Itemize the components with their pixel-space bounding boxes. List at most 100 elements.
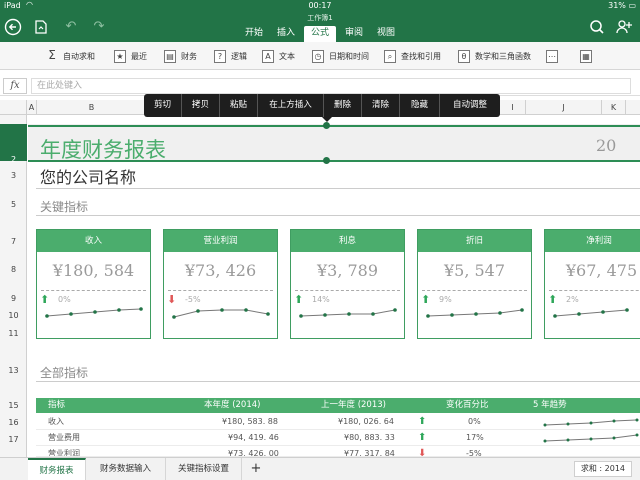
tab-insert[interactable]: 插入 (272, 26, 300, 42)
row-header-7[interactable]: 7 (0, 237, 27, 246)
kpi-divider (41, 290, 146, 291)
redo-icon[interactable]: ↷ (90, 18, 108, 36)
company-name[interactable]: 您的公司名称 (40, 164, 136, 188)
kpi-divider (168, 290, 273, 291)
financial-button[interactable]: ▤ 财务 (164, 49, 197, 64)
kpi-label: 营业利润 (164, 230, 277, 252)
row-header-13[interactable]: 13 (0, 366, 27, 375)
datetime-button[interactable]: ◷ 日期和时间 (312, 49, 369, 64)
row-header-9[interactable]: 9 (0, 294, 27, 303)
row-header-15[interactable]: 15 (0, 401, 27, 410)
kpi-card[interactable]: 收入 ¥180, 584 ⬆ 0% (36, 229, 151, 339)
row-header-2[interactable]: 2 (0, 124, 27, 164)
lookup-icon: ⌕ (384, 50, 396, 63)
header-previous-year[interactable]: 上一年度 (2013) (321, 398, 386, 413)
selection-handle-top[interactable] (323, 122, 330, 129)
question-icon: ? (214, 50, 226, 63)
row-percent: 17% (466, 433, 484, 442)
tab-home[interactable]: 开始 (240, 26, 268, 42)
column-header-i[interactable]: I (500, 100, 526, 115)
add-sheet-icon[interactable]: + (242, 458, 270, 480)
menu-item-cut[interactable]: 剪切 (144, 94, 182, 117)
kpi-card[interactable]: 营业利润 ¥73, 426 ⬇ -5% (163, 229, 278, 339)
search-icon[interactable] (588, 18, 606, 36)
report-title[interactable]: 年度财务报表 (40, 134, 166, 164)
calculator-button[interactable]: ▦ (580, 49, 597, 64)
tab-formulas[interactable]: 公式 (304, 26, 336, 42)
undo-icon[interactable]: ↶ (62, 18, 80, 36)
lookup-button[interactable]: ⌕ 查找和引用 (384, 49, 441, 64)
selection-handle-bottom[interactable] (323, 157, 330, 164)
kpi-label: 折旧 (418, 230, 531, 252)
column-header-b[interactable]: B (37, 100, 147, 115)
sheet-tab-data-input[interactable]: 财务数据输入 (86, 458, 166, 480)
row-percent: -5% (466, 449, 482, 457)
menu-item-hide[interactable]: 隐藏 (400, 94, 440, 117)
file-icon[interactable] (32, 18, 50, 36)
header-metric[interactable]: 指标 (48, 398, 65, 413)
metrics-table: 指标 本年度 (2014) 上一年度 (2013) 变化百分比 5 年趋势 收入… (36, 398, 640, 457)
back-icon[interactable] (4, 18, 22, 36)
row-previous: ¥80, 883. 33 (344, 433, 395, 442)
menu-item-clear[interactable]: 清除 (362, 94, 400, 117)
menu-item-insert-above[interactable]: 在上方插入 (258, 94, 324, 117)
logical-button[interactable]: ? 逻辑 (214, 49, 247, 64)
battery-status: 31% ▭ (608, 1, 636, 10)
kpi-card[interactable]: 净利润 ¥67, 475 ⬆ 2% (544, 229, 640, 339)
header-current-year[interactable]: 本年度 (2014) (204, 398, 260, 413)
formulas-ribbon: Σ 自动求和 ★ 最近 ▤ 财务 ? 逻辑 A 文本 ◷ 日期和时间 ⌕ 查找和引用 θ 数学和… (0, 42, 640, 70)
formula-bar: fx 在此处键入 (0, 76, 640, 96)
section-key-metrics[interactable]: 关键指标 (40, 198, 88, 215)
sheet-tab-kpi-settings[interactable]: 关键指标设置 (166, 458, 242, 480)
kpi-percent: 0% (58, 295, 71, 304)
section-all-metrics[interactable]: 全部指标 (40, 364, 88, 381)
row-previous: ¥180, 026. 64 (338, 417, 394, 426)
tab-view[interactable]: 视图 (372, 26, 400, 42)
row-metric: 营业利润 (48, 449, 80, 457)
sheet-tab-financial-report[interactable]: 财务报表 (28, 458, 86, 480)
column-header-j[interactable]: J (526, 100, 602, 115)
app-toolbar: 工作簿1 ↶ ↷ 开始 插入 公式 审阅 视图 (0, 12, 640, 42)
math-trig-button[interactable]: θ 数学和三角函数 (458, 49, 531, 64)
more-functions-button[interactable]: ⋯ (546, 49, 563, 64)
table-row[interactable]: 营业费用 ¥94, 419. 46 ¥80, 883. 33 ⬆ 17% (36, 430, 640, 446)
kpi-value: ¥67, 475 (565, 261, 638, 280)
fx-button[interactable]: fx (3, 78, 27, 94)
row-header-16[interactable]: 16 (0, 418, 27, 427)
report-year[interactable]: 20 (596, 136, 616, 155)
kpi-label: 净利润 (545, 230, 640, 252)
row-header-5[interactable]: 5 (0, 200, 27, 209)
menu-item-copy[interactable]: 拷贝 (182, 94, 220, 117)
arrow-up-icon: ⬆ (418, 416, 427, 427)
header-change-percent[interactable]: 变化百分比 (446, 398, 489, 413)
autosum-button[interactable]: Σ 自动求和 (46, 49, 95, 64)
column-header-a[interactable]: A (27, 100, 37, 115)
menu-item-autofit[interactable]: 自动调整 (440, 94, 500, 117)
battery-percent: 31% (608, 1, 626, 10)
arrow-down-icon: ⬇ (418, 448, 427, 457)
menu-item-delete[interactable]: 删除 (324, 94, 362, 117)
select-all-corner[interactable] (0, 100, 27, 115)
menu-item-paste[interactable]: 粘贴 (220, 94, 258, 117)
column-header-k[interactable]: K (602, 100, 626, 115)
share-user-icon[interactable] (614, 18, 632, 36)
tab-review[interactable]: 审阅 (340, 26, 368, 42)
kpi-percent: 9% (439, 295, 452, 304)
header-five-year-trend[interactable]: 5 年趋势 (533, 398, 567, 413)
table-row[interactable]: 营业利润 ¥73, 426. 00 ¥77, 317. 84 ⬇ -5% (36, 446, 640, 457)
text-button[interactable]: A 文本 (262, 49, 295, 64)
kpi-card[interactable]: 折旧 ¥5, 547 ⬆ 9% (417, 229, 532, 339)
kpi-card[interactable]: 利息 ¥3, 789 ⬆ 14% (290, 229, 405, 339)
more-icon: ⋯ (546, 50, 558, 63)
divider (36, 381, 640, 382)
row-header-11[interactable]: 11 (0, 329, 27, 338)
recent-button[interactable]: ★ 最近 (114, 49, 147, 64)
row-header-3[interactable]: 3 (0, 171, 27, 180)
row-header-17[interactable]: 17 (0, 435, 27, 444)
formula-input[interactable]: 在此处键入 (31, 78, 631, 94)
kpi-sparkline (426, 308, 524, 318)
table-row[interactable]: 收入 ¥180, 583. 88 ¥180, 026. 64 ⬆ 0% (36, 414, 640, 430)
sum-indicator[interactable]: 求和 : 2014 (573, 461, 632, 477)
row-header-8[interactable]: 8 (0, 265, 27, 274)
row-header-10[interactable]: 10 (0, 311, 27, 320)
